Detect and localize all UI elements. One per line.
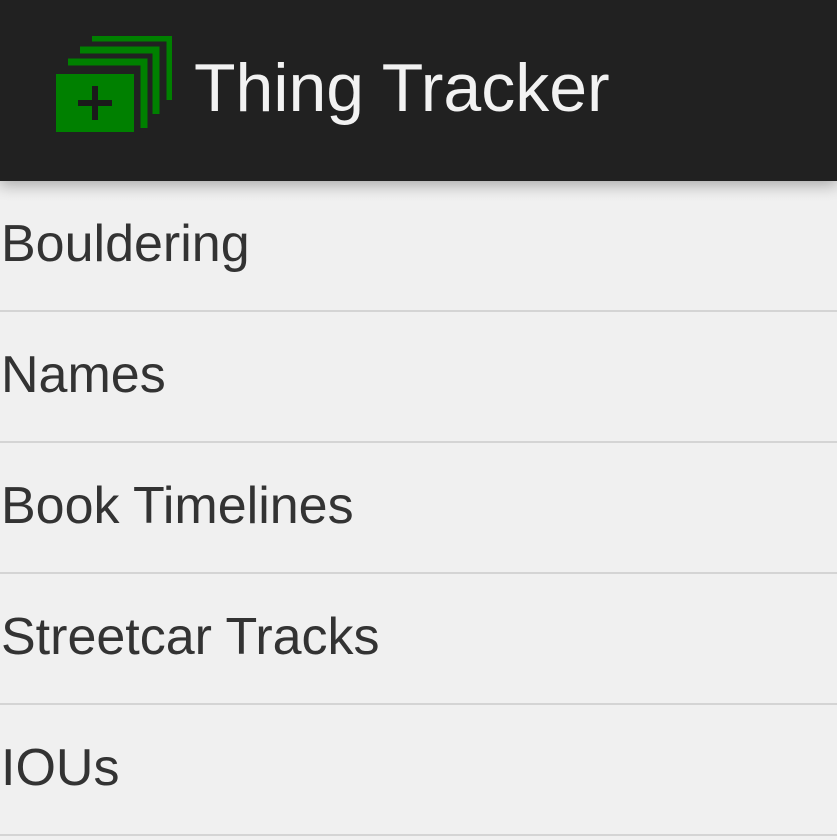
list-item-bouldering[interactable]: Bouldering [0,181,837,312]
list-item-label: Book Timelines [1,477,354,535]
things-list: Bouldering Names Book Timelines Streetca… [0,181,837,840]
list-item-label: IOUs [1,739,120,797]
action-bar: Thing Tracker [0,0,837,181]
app-title: Thing Tracker [194,50,610,126]
list-item-label: Streetcar Tracks [1,608,380,666]
list-item-book-timelines[interactable]: Book Timelines [0,443,837,574]
app-screen: Thing Tracker Bouldering Names Book Time… [0,0,837,840]
list-item-label: Bouldering [1,215,250,273]
list-item-label: Names [1,346,166,404]
app-icon[interactable] [56,36,172,134]
list-item-streetcar-tracks[interactable]: Streetcar Tracks [0,574,837,705]
list-item-names[interactable]: Names [0,312,837,443]
list-item-ious[interactable]: IOUs [0,705,837,836]
